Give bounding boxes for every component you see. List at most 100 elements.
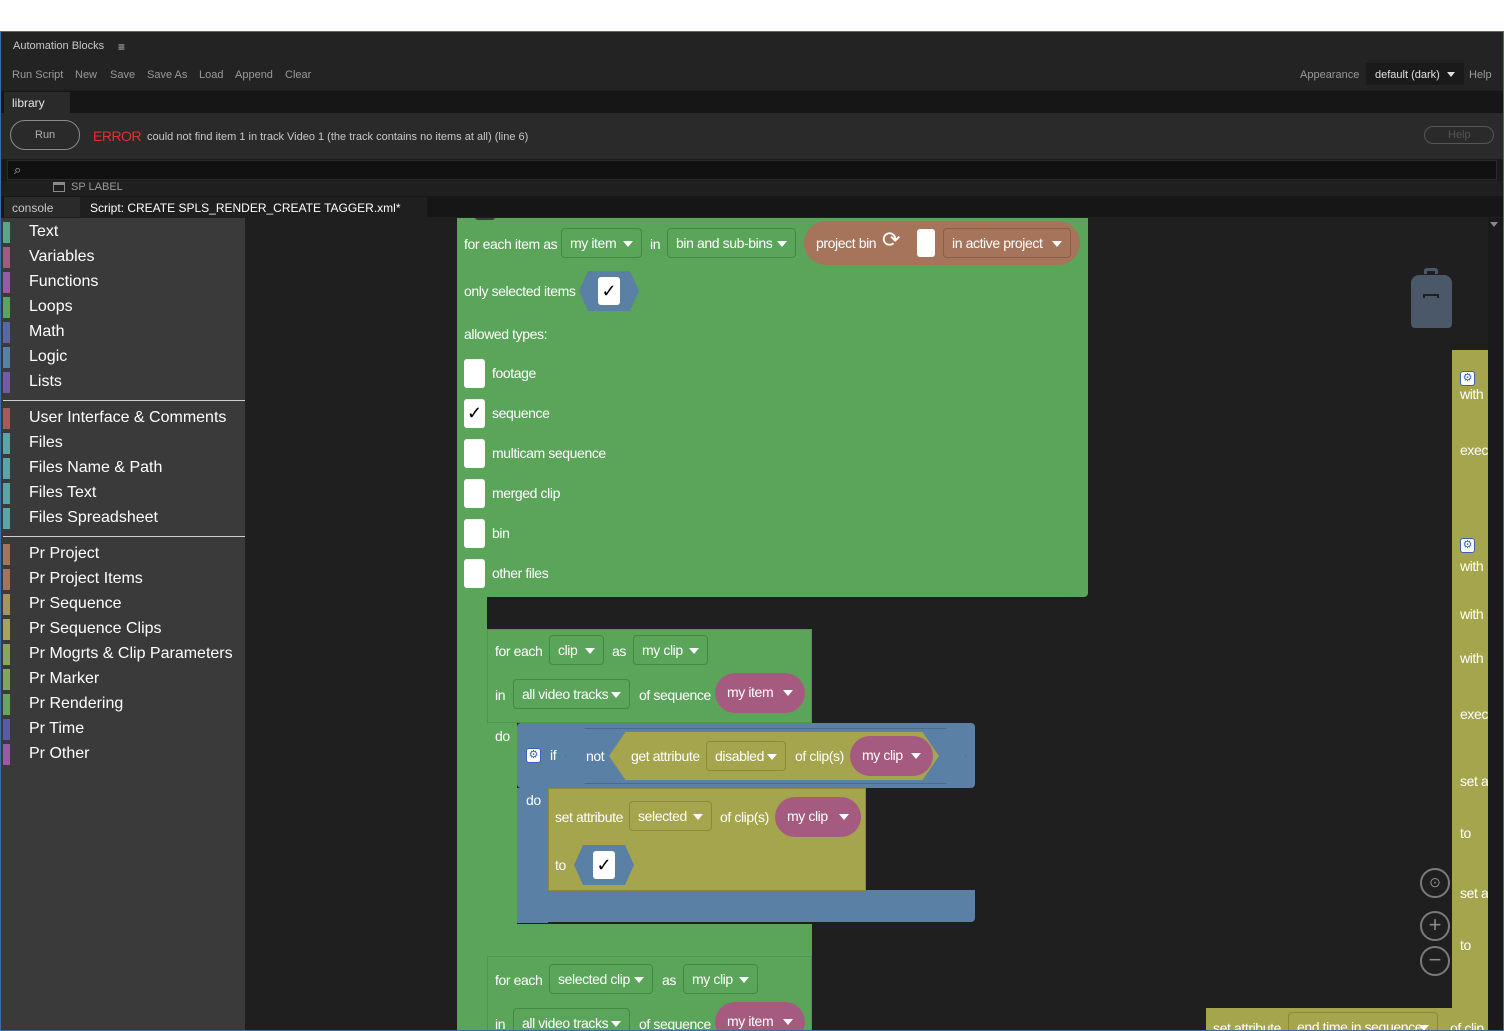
project-bin-label: project bin: [816, 235, 877, 251]
my-item-variable[interactable]: my item: [715, 1002, 805, 1030]
toolbox-category-files-name-path[interactable]: Files Name & Path: [1, 456, 245, 481]
help-button[interactable]: Help: [1424, 126, 1494, 144]
type-checkbox[interactable]: [464, 479, 485, 508]
run-button[interactable]: Run: [10, 120, 80, 150]
menu-load[interactable]: Load: [199, 69, 223, 81]
search-icon: ⌕: [14, 162, 22, 177]
tab-console[interactable]: console: [4, 197, 80, 217]
only-selected-label: only selected items: [464, 283, 576, 299]
hamburger-menu-icon[interactable]: ≡: [118, 40, 125, 54]
for-each-item-block[interactable]: for each item as my item in bin and sub-…: [457, 218, 1088, 618]
scroll-down-arrow-icon[interactable]: [1490, 222, 1498, 227]
menu-clear[interactable]: Clear: [285, 69, 311, 81]
my-clip-variable[interactable]: my clip: [775, 797, 861, 837]
toolbox-category-files-spreadsheet[interactable]: Files Spreadsheet: [1, 506, 245, 531]
set-attribute-block[interactable]: set attribute selected of clip(s) my cli…: [548, 788, 866, 891]
my-item-variable[interactable]: my item: [715, 673, 805, 713]
variable-dropdown[interactable]: my item: [561, 228, 642, 258]
trash-icon[interactable]: [1411, 268, 1452, 328]
for-each-clip-block[interactable]: for each clip as my clip in all video tr…: [487, 629, 812, 723]
clip-type-value: clip: [558, 642, 578, 658]
type-checkbox[interactable]: [464, 519, 485, 548]
set-attribute-dropdown[interactable]: selected: [629, 801, 712, 831]
toolbox-category-pr-sequence-clips[interactable]: Pr Sequence Clips: [1, 617, 245, 642]
workspace-scrollbar[interactable]: [1488, 218, 1503, 1030]
refresh-icon[interactable]: ⟳: [882, 227, 900, 253]
menu-help[interactable]: Help: [1469, 69, 1492, 81]
do-label: do: [526, 792, 541, 808]
toolbox-category-pr-rendering[interactable]: Pr Rendering: [1, 692, 245, 717]
clip-variable-value: my clip: [692, 971, 733, 987]
theme-dropdown[interactable]: default (dark): [1366, 63, 1464, 85]
project-bin-block[interactable]: project bin ⟳ in active project: [804, 221, 1080, 265]
right-edge-label: with: [1460, 558, 1484, 574]
tab-library[interactable]: library: [4, 92, 70, 113]
zoom-out-icon[interactable]: −: [1420, 946, 1450, 976]
search-input[interactable]: ⌕: [7, 160, 1497, 180]
chevron-down-icon: [911, 753, 921, 759]
category-color-swatch: [3, 433, 10, 454]
toolbox-category-text[interactable]: Text: [1, 220, 245, 245]
toolbox-category-pr-project[interactable]: Pr Project: [1, 542, 245, 567]
only-selected-toggle[interactable]: ✓: [579, 271, 639, 311]
value-toggle[interactable]: ✓: [574, 845, 634, 885]
if-block[interactable]: ⚙ if not get attribute disabled of clip(…: [517, 723, 975, 788]
my-clip-variable[interactable]: my clip: [850, 736, 933, 776]
attribute-dropdown[interactable]: disabled: [706, 741, 786, 771]
menu-append[interactable]: Append: [235, 69, 273, 81]
tab-script[interactable]: Script: CREATE SPLS_RENDER_CREATE TAGGER…: [80, 197, 427, 217]
toolbox-category-files-text[interactable]: Files Text: [1, 481, 245, 506]
gear-icon[interactable]: ⚙: [1460, 371, 1475, 386]
clip-variable-dropdown[interactable]: my clip: [633, 635, 708, 665]
right-edge-label: exec: [1460, 706, 1488, 722]
set-end-time-block[interactable]: set attribute end time in sequence of cl…: [1206, 1008, 1488, 1030]
type-label: bin: [492, 525, 510, 541]
type-checkbox[interactable]: [464, 359, 485, 388]
bin-scope-dropdown[interactable]: bin and sub-bins: [667, 228, 796, 258]
toolbox-category-lists[interactable]: Lists: [1, 370, 245, 395]
set-attribute-label: set attribute: [555, 809, 623, 825]
for-each-selected-clip-block[interactable]: for each selected clip as my clip in all…: [487, 956, 812, 1030]
project-scope-dropdown[interactable]: in active project: [943, 228, 1071, 258]
toolbox-category-pr-time[interactable]: Pr Time: [1, 717, 245, 742]
toolbox-separator: [3, 536, 245, 537]
only-selected-checkbox[interactable]: ✓: [598, 277, 620, 305]
gear-icon[interactable]: ⚙: [526, 748, 541, 763]
end-time-dropdown[interactable]: end time in sequence: [1288, 1012, 1438, 1030]
toolbox-category-user-interface-comments[interactable]: User Interface & Comments: [1, 406, 245, 431]
clip-type-dropdown[interactable]: selected clip: [549, 964, 653, 994]
category-color-swatch: [3, 544, 10, 565]
toolbox-category-functions[interactable]: Functions: [1, 270, 245, 295]
my-item-value: my item: [727, 1013, 774, 1029]
toolbox-category-pr-sequence[interactable]: Pr Sequence: [1, 592, 245, 617]
recenter-icon[interactable]: ⊙: [1420, 868, 1450, 898]
clip-variable-dropdown[interactable]: my clip: [683, 964, 758, 994]
do-label: do: [495, 728, 510, 744]
type-label: other files: [492, 565, 549, 581]
toolbox-category-pr-mogrts-clip-parameters[interactable]: Pr Mogrts & Clip Parameters: [1, 642, 245, 667]
menu-save[interactable]: Save: [110, 69, 135, 81]
toolbox-category-math[interactable]: Math: [1, 320, 245, 345]
toolbox-category-pr-marker[interactable]: Pr Marker: [1, 667, 245, 692]
type-checkbox[interactable]: ✓: [464, 399, 485, 428]
project-bin-input[interactable]: [917, 229, 935, 257]
menu-new[interactable]: New: [75, 69, 97, 81]
toolbox-category-variables[interactable]: Variables: [1, 245, 245, 270]
app-title: Automation Blocks: [13, 40, 105, 52]
toolbox-category-files[interactable]: Files: [1, 431, 245, 456]
menu-save-as[interactable]: Save As: [147, 69, 187, 81]
zoom-in-icon[interactable]: +: [1420, 911, 1450, 941]
toolbox-category-loops[interactable]: Loops: [1, 295, 245, 320]
toolbox-category-logic[interactable]: Logic: [1, 345, 245, 370]
type-checkbox[interactable]: [464, 559, 485, 588]
tracks-dropdown[interactable]: all video tracks: [513, 1008, 630, 1030]
category-label: Functions: [29, 273, 99, 290]
type-checkbox[interactable]: [464, 439, 485, 468]
toolbox-category-pr-project-items[interactable]: Pr Project Items: [1, 567, 245, 592]
toolbox-category-pr-other[interactable]: Pr Other: [1, 742, 245, 767]
gear-icon[interactable]: ⚙: [1460, 538, 1475, 553]
tracks-dropdown[interactable]: all video tracks: [513, 679, 630, 709]
clip-type-dropdown[interactable]: clip: [549, 635, 604, 665]
menu-run-script[interactable]: Run Script: [12, 69, 63, 81]
value-checkbox[interactable]: ✓: [593, 851, 615, 879]
